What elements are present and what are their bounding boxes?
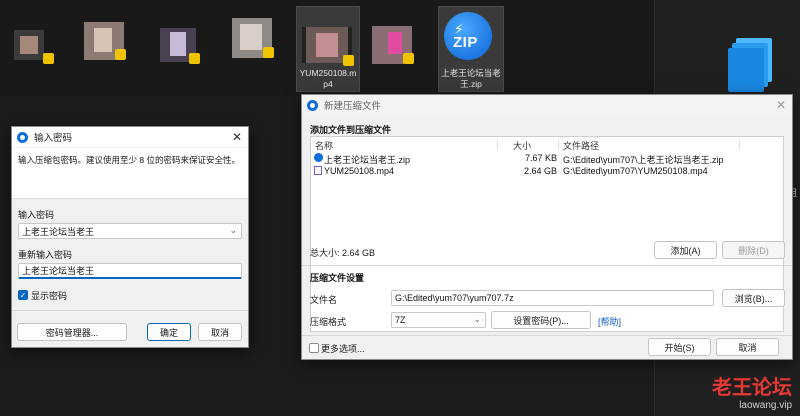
column-divider xyxy=(558,139,559,150)
file-thumbnail-5[interactable] xyxy=(368,22,416,66)
app-icon xyxy=(307,99,318,111)
column-divider xyxy=(739,139,740,150)
archive-dialog-titlebar: 新建压缩文件 ✕ xyxy=(302,95,792,115)
column-header-size[interactable]: 大小 xyxy=(513,139,531,152)
divider xyxy=(302,335,792,336)
password-prompt: 输入压缩包密码。建议使用至少 8 位的密码来保证安全性。 xyxy=(18,155,240,165)
watermark-url: laowang.vip xyxy=(739,400,792,411)
file-name: YUM250108.mp4 xyxy=(324,166,395,176)
thumbnail-pixels xyxy=(316,33,338,57)
reenter-password-field[interactable]: 上老王论坛当老王 xyxy=(18,263,242,279)
filename-label: 文件名 xyxy=(310,295,338,305)
help-link[interactable]: [帮助] xyxy=(598,315,621,328)
show-password-checkbox[interactable]: ✓ xyxy=(18,290,28,300)
format-value: 7Z xyxy=(395,315,406,325)
enter-password-label: 输入密码 xyxy=(18,210,55,220)
zip-icon-text: ZIP xyxy=(453,34,478,51)
total-size: 总大小: 2.64 GB xyxy=(310,248,376,258)
show-password-label[interactable]: 显示密码 xyxy=(31,289,67,302)
lock-icon xyxy=(343,55,354,66)
chevron-down-icon[interactable]: ⌄ xyxy=(229,225,237,236)
archive-dialog-title: 新建压缩文件 xyxy=(324,101,382,112)
more-options-checkbox[interactable] xyxy=(309,343,319,353)
column-header-name[interactable]: 名称 xyxy=(315,139,333,152)
video-file-name: YUM250108.m p4 xyxy=(299,68,357,89)
lock-icon xyxy=(115,49,126,60)
file-path: G:\Edited\yum707\上老王论坛当老王.zip xyxy=(563,155,724,165)
close-icon[interactable]: ✕ xyxy=(776,98,786,112)
thumbnail-pixels xyxy=(170,32,186,56)
app-icon xyxy=(17,131,28,143)
column-divider xyxy=(497,139,498,150)
archive-filename-field[interactable]: G:\Edited\yum707\yum707.7z xyxy=(391,290,714,306)
settings-section-title: 压缩文件设置 xyxy=(310,273,365,283)
lock-icon xyxy=(403,53,414,64)
archive-filename-value: G:\Edited\yum707\yum707.7z xyxy=(395,293,514,303)
password-manager-button[interactable]: 密码管理器... xyxy=(17,323,127,341)
thumbnail-pixels xyxy=(388,32,402,54)
file-thumbnail-4[interactable] xyxy=(228,16,276,60)
set-password-button[interactable]: 设置密码(P)... xyxy=(491,311,591,329)
new-archive-dialog: 新建压缩文件 ✕ 添加文件到压缩文件 名称 大小 文件路径 上老王论坛当老王.z… xyxy=(301,94,793,360)
add-button[interactable]: 添加(A) xyxy=(654,241,717,259)
password-dialog-title: 输入密码 xyxy=(34,133,73,144)
thumbnail-pixels xyxy=(240,24,262,50)
file-path: G:\Edited\yum707\YUM250108.mp4 xyxy=(563,166,708,176)
reenter-password-label: 重新输入密码 xyxy=(18,250,73,260)
chevron-down-icon[interactable]: ⌄ xyxy=(473,314,481,325)
video-file-icon xyxy=(314,166,322,175)
browse-button[interactable]: 浏览(B)... xyxy=(722,289,785,307)
watermark-title: 老王论坛 xyxy=(712,377,792,399)
reenter-password-value: 上老王论坛当老王 xyxy=(22,266,95,276)
format-select[interactable]: 7Z ⌄ xyxy=(391,312,486,328)
column-header-path[interactable]: 文件路径 xyxy=(563,139,599,152)
enter-password-field[interactable]: 上老王论坛当老王 ⌄ xyxy=(18,223,242,239)
close-icon[interactable]: ✕ xyxy=(232,130,242,144)
archive-cancel-button[interactable]: 取消 xyxy=(716,338,779,356)
file-name: 上老王论坛当老王.zip xyxy=(324,155,411,165)
zip-archive-icon: ⚡ ZIP xyxy=(444,12,492,60)
password-prompt-area: 输入压缩包密码。建议使用至少 8 位的密码来保证安全性。 xyxy=(12,148,248,199)
file-thumbnail-2[interactable] xyxy=(80,18,128,62)
delete-button[interactable]: 删除(D) xyxy=(722,241,785,259)
table-row[interactable]: 上老王论坛当老王.zip 7.67 KB G:\Edited\yum707\上老… xyxy=(311,153,783,165)
lock-icon xyxy=(43,53,54,64)
file-size: 2.64 GB xyxy=(523,166,557,176)
file-thumbnail-3[interactable] xyxy=(154,22,202,66)
file-size: 7.67 KB xyxy=(524,153,557,163)
lock-icon xyxy=(263,47,274,58)
lock-icon xyxy=(189,53,200,64)
file-thumbnail-1[interactable] xyxy=(8,22,56,66)
cancel-button[interactable]: 取消 xyxy=(198,323,242,341)
password-dialog-titlebar: 输入密码 ✕ xyxy=(12,127,248,147)
ok-button[interactable]: 确定 xyxy=(147,323,191,341)
video-file-tile[interactable]: YUM250108.m p4 xyxy=(296,6,360,92)
password-dialog: 输入密码 ✕ 输入压缩包密码。建议使用至少 8 位的密码来保证安全性。 输入密码… xyxy=(11,126,249,348)
table-row[interactable]: YUM250108.mp4 2.64 GB G:\Edited\yum707\Y… xyxy=(311,166,783,178)
thumbnail-pixels xyxy=(20,36,38,54)
divider xyxy=(302,265,792,266)
stacked-folder-icon[interactable] xyxy=(728,38,774,94)
zip-file-name: 上老王论坛当老 王.zip xyxy=(441,68,501,89)
start-button[interactable]: 开始(S) xyxy=(648,338,711,356)
add-files-section-title: 添加文件到压缩文件 xyxy=(310,125,392,135)
site-watermark: 老王论坛 laowang.vip xyxy=(712,376,792,412)
more-options-label[interactable]: 更多选项... xyxy=(321,342,365,355)
zip-file-icon xyxy=(314,153,323,162)
enter-password-value: 上老王论坛当老王 xyxy=(22,226,95,237)
stack-layer xyxy=(728,48,764,92)
thumbnail-pixels xyxy=(94,28,112,52)
divider xyxy=(12,310,248,311)
format-label: 压缩格式 xyxy=(310,317,347,327)
